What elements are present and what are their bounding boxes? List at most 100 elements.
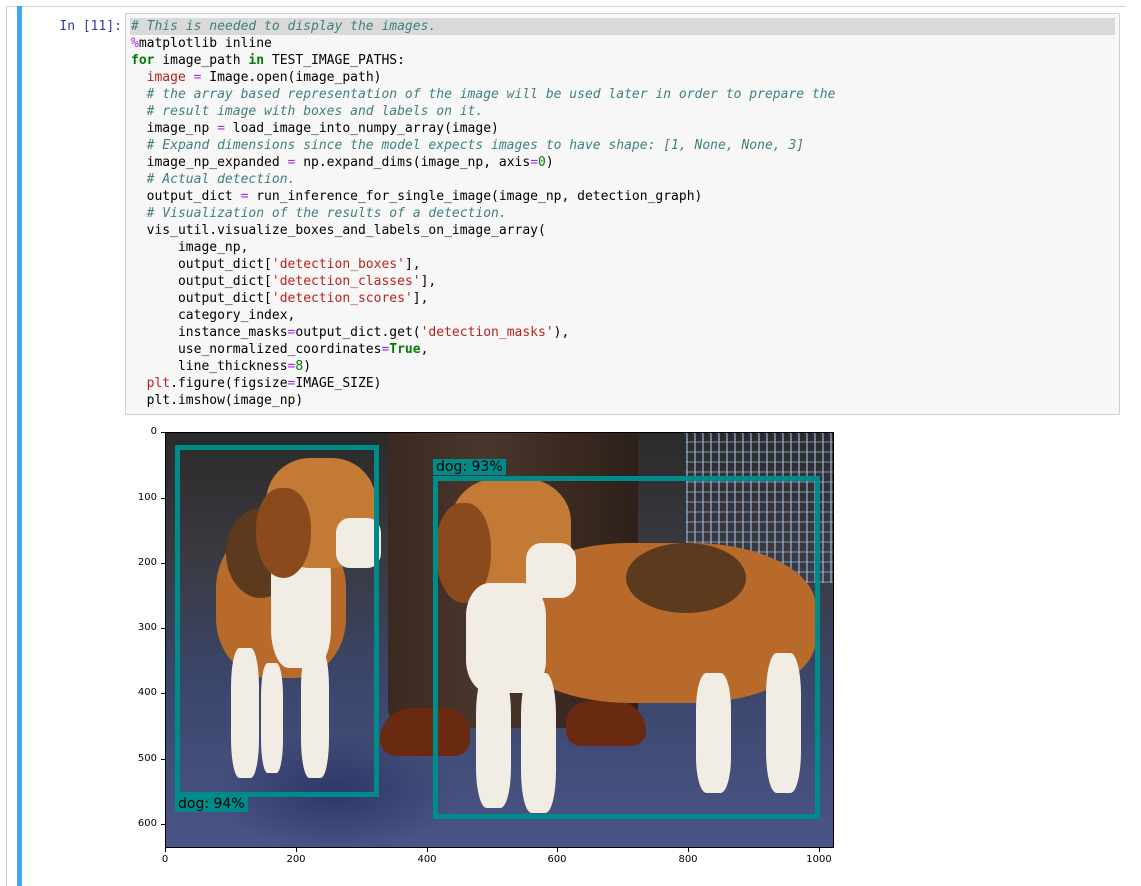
code-token: # This is needed to display the images. <box>131 19 437 34</box>
y-tick-mark <box>161 432 165 433</box>
code-token: run_inference_for_single_image(image_np,… <box>248 189 703 204</box>
code-line[interactable]: output_dict = run_inference_for_single_i… <box>131 188 835 205</box>
code-token: load_image_into_numpy_array(image) <box>224 121 499 136</box>
code-token: Image.open(image_path) <box>201 70 382 85</box>
code-line[interactable]: # Actual detection. <box>131 171 835 188</box>
code-token: image_np, <box>131 240 249 255</box>
code-token: 0 <box>538 155 546 170</box>
code-token: IMAGE_SIZE) <box>295 376 382 391</box>
code-token: instance_masks <box>131 325 288 340</box>
x-tick-label: 800 <box>678 854 698 865</box>
code-token: , <box>420 342 429 357</box>
code-line[interactable]: image_np, <box>131 239 835 256</box>
code-token: in <box>248 53 265 68</box>
code-token: image <box>146 70 186 85</box>
code-line[interactable]: image_np = load_image_into_numpy_array(i… <box>131 120 835 137</box>
y-tick-mark <box>161 693 165 694</box>
code-line[interactable]: output_dict['detection_scores'], <box>131 290 835 307</box>
code-line[interactable]: image = Image.open(image_path) <box>131 69 835 86</box>
code-line[interactable]: image_np_expanded = np.expand_dims(image… <box>131 154 835 171</box>
code-editor[interactable]: # This is needed to display the images.%… <box>125 13 1120 415</box>
detection-label-left: dog: 94% <box>175 796 248 812</box>
x-tick-label: 600 <box>547 854 567 865</box>
code-token: ) <box>303 359 312 374</box>
x-tick-label: 1000 <box>806 854 832 865</box>
y-tick-label: 300 <box>137 622 157 633</box>
code-token: True <box>389 342 421 357</box>
code-line[interactable]: # result image with boxes and labels on … <box>131 103 835 120</box>
y-tick-label: 100 <box>137 492 157 503</box>
code-line[interactable]: output_dict['detection_boxes'], <box>131 256 835 273</box>
x-tick-mark <box>165 848 166 852</box>
code-token: line_thickness <box>131 359 288 374</box>
code-token: plt.imshow(image_np) <box>131 393 304 408</box>
x-tick-mark <box>688 848 689 852</box>
y-tick-label: 0 <box>150 426 157 437</box>
code-token: # Actual detection. <box>146 172 296 187</box>
y-tick-mark <box>161 563 165 564</box>
code-line[interactable]: # This is needed to display the images. <box>131 18 835 35</box>
code-token: output_dict.get( <box>295 325 421 340</box>
code-line[interactable]: output_dict['detection_classes'], <box>131 273 835 290</box>
code-token: .figure(figsize <box>170 376 288 391</box>
detection-label-right: dog: 93% <box>433 459 506 475</box>
code-token: plt <box>146 376 171 391</box>
input-prompt: In [11]: <box>59 19 122 34</box>
output-image-plot: dog: 94% dog: 93% <box>165 432 834 848</box>
code-token: vis_util.visualize_boxes_and_labels_on_i… <box>131 223 546 238</box>
code-line[interactable]: %matplotlib inline <box>131 35 835 52</box>
code-token: # Expand dimensions since the model expe… <box>146 138 805 153</box>
code-line[interactable]: # Visualization of the results of a dete… <box>131 205 835 222</box>
code-line[interactable]: category_index, <box>131 307 835 324</box>
x-tick-label: 400 <box>417 854 437 865</box>
code-token: output_dict[ <box>131 274 272 289</box>
code-line[interactable]: # the array based representation of the … <box>131 86 836 103</box>
code-token: matplotlib inline <box>138 36 272 51</box>
code-token: ], <box>404 257 421 272</box>
code-token: % <box>131 36 139 51</box>
y-tick-label: 500 <box>137 753 157 764</box>
code-token: for <box>131 53 155 68</box>
x-tick-label: 200 <box>286 854 306 865</box>
x-tick-label: 0 <box>161 854 169 865</box>
code-text[interactable]: # This is needed to display the images.%… <box>131 18 835 409</box>
code-line[interactable]: use_normalized_coordinates=True, <box>131 341 835 358</box>
code-token: = <box>217 121 225 136</box>
code-token: = <box>530 155 539 170</box>
code-token: ), <box>553 325 570 340</box>
detection-box-right <box>433 476 820 819</box>
code-token: image_path <box>154 53 249 68</box>
code-line[interactable]: # Expand dimensions since the model expe… <box>131 137 835 154</box>
code-line[interactable]: plt.imshow(image_np) <box>131 392 835 409</box>
code-token: image_np <box>131 121 218 136</box>
code-line[interactable]: for image_path in TEST_IMAGE_PATHS: <box>131 52 835 69</box>
code-token: image_np_expanded <box>131 155 288 170</box>
code-token: ], <box>420 274 437 289</box>
y-tick-mark <box>161 628 165 629</box>
code-line[interactable]: plt.figure(figsize=IMAGE_SIZE) <box>131 375 835 392</box>
code-token: # the array based representation of the … <box>146 87 836 102</box>
code-token: ], <box>412 291 429 306</box>
cell-selection-bar <box>17 6 22 886</box>
code-token: TEST_IMAGE_PATHS: <box>264 53 405 68</box>
code-token: output_dict[ <box>131 257 272 272</box>
y-tick-mark <box>161 759 165 760</box>
code-line[interactable]: vis_util.visualize_boxes_and_labels_on_i… <box>131 222 835 239</box>
x-tick-mark <box>427 848 428 852</box>
code-token: 'detection_boxes' <box>271 257 405 272</box>
code-token: # Visualization of the results of a dete… <box>146 206 507 221</box>
y-tick-mark <box>161 824 165 825</box>
code-token: output_dict <box>131 189 241 204</box>
code-line[interactable]: line_thickness=8) <box>131 358 835 375</box>
code-line[interactable]: instance_masks=output_dict.get('detectio… <box>131 324 835 341</box>
code-token: ) <box>545 155 554 170</box>
code-token: 'detection_masks' <box>420 325 554 340</box>
